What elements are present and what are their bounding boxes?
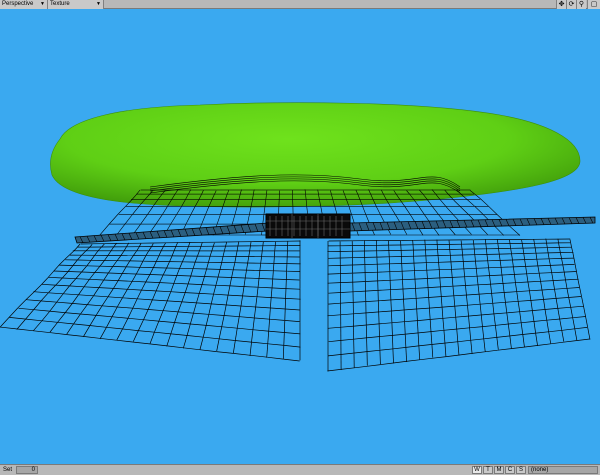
wire-terrain-left[interactable]: [0, 240, 301, 362]
viewport-header: Perspective ▼ Texture ▼ ✥ ⟳ ⚲ ▢: [0, 0, 600, 9]
set-label: Set: [3, 467, 13, 473]
toggle-s-button[interactable]: S: [516, 466, 526, 474]
wire-terrain-right[interactable]: [327, 238, 591, 372]
zoom-view-icon[interactable]: ⚲: [576, 0, 586, 9]
perspective-viewport[interactable]: [0, 9, 600, 464]
chevron-down-icon: ▼: [96, 1, 101, 7]
shading-mode-label: Texture: [50, 1, 70, 7]
scene-canvas: [0, 102, 596, 372]
maximize-view-icon[interactable]: ▢: [587, 0, 600, 9]
layer-field[interactable]: (none): [528, 466, 598, 474]
toggle-w-button[interactable]: W: [472, 466, 482, 474]
move-view-icon[interactable]: ✥: [556, 0, 566, 9]
bridge-structure[interactable]: [265, 213, 351, 239]
rotate-view-icon[interactable]: ⟳: [566, 0, 576, 9]
status-bar: Set 0 W T M C S (none): [0, 464, 600, 475]
view-mode-dropdown[interactable]: Perspective ▼: [0, 0, 48, 9]
chevron-down-icon: ▼: [40, 1, 45, 7]
set-value-field[interactable]: 0: [16, 466, 38, 474]
toggle-m-button[interactable]: M: [494, 466, 504, 474]
island-mesh[interactable]: [50, 102, 581, 208]
toggle-t-button[interactable]: T: [483, 466, 493, 474]
shading-mode-dropdown[interactable]: Texture ▼: [48, 0, 104, 9]
view-mode-label: Perspective: [2, 1, 34, 7]
toggle-c-button[interactable]: C: [505, 466, 515, 474]
